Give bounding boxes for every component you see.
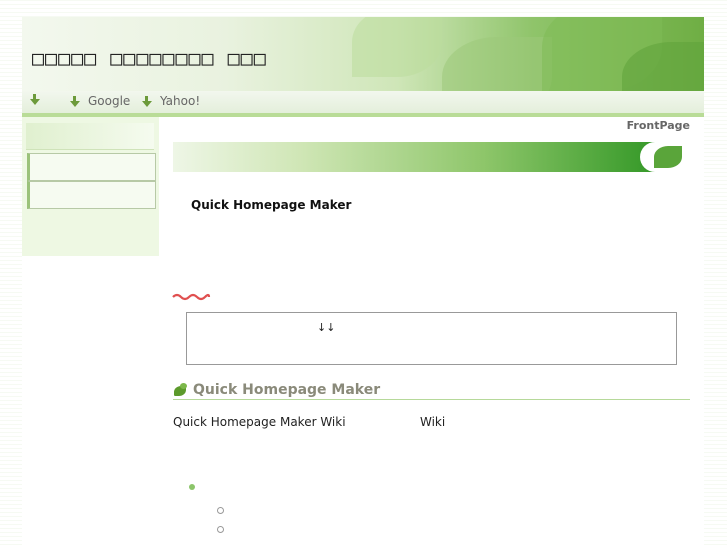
notice-text: ↓↓	[317, 321, 336, 334]
wavy-underline-icon	[172, 293, 211, 301]
leaf-decoration	[442, 37, 552, 91]
arrow-down-icon	[70, 95, 80, 107]
nav-item-google[interactable]: Google	[70, 94, 130, 108]
leaf-icon	[640, 142, 690, 172]
content-banner	[173, 142, 690, 172]
arrow-down-icon	[30, 94, 40, 105]
site-title[interactable]: □□□□□ □□□□□□□□ □□□	[32, 46, 267, 70]
leaf-decoration	[352, 17, 442, 77]
leaf-icon	[173, 382, 189, 397]
nav-item-label: Yahoo!	[160, 94, 201, 108]
sidebar	[22, 117, 159, 256]
body-text-wiki-link[interactable]: Wiki	[420, 415, 445, 429]
sidebar-header	[26, 123, 154, 150]
top-navigation: Google Yahoo!	[22, 91, 704, 117]
bullet-icon	[217, 507, 224, 514]
frontpage-link[interactable]: FrontPage	[627, 119, 690, 132]
bullet-icon	[217, 526, 224, 533]
notice-box: ↓↓	[186, 312, 677, 365]
body-text: Quick Homepage Maker Wiki	[173, 415, 346, 429]
section-heading: Quick Homepage Maker	[173, 380, 690, 400]
intro-text: Quick Homepage Maker	[191, 198, 352, 212]
arrow-down-icon	[142, 95, 152, 107]
nav-item-label: Google	[88, 94, 131, 108]
nav-item-yahoo[interactable]: Yahoo!	[142, 94, 200, 108]
nav-item-home[interactable]	[30, 94, 48, 105]
section-title: Quick Homepage Maker	[193, 381, 381, 398]
header-banner: □□□□□ □□□□□□□□ □□□	[22, 17, 704, 91]
bullet-icon	[189, 484, 195, 490]
sidebar-menu-box[interactable]	[27, 153, 156, 181]
sidebar-menu-box[interactable]	[27, 181, 156, 209]
page-container: □□□□□ □□□□□□□□ □□□ Google Yahoo! FrontPa…	[22, 17, 704, 545]
